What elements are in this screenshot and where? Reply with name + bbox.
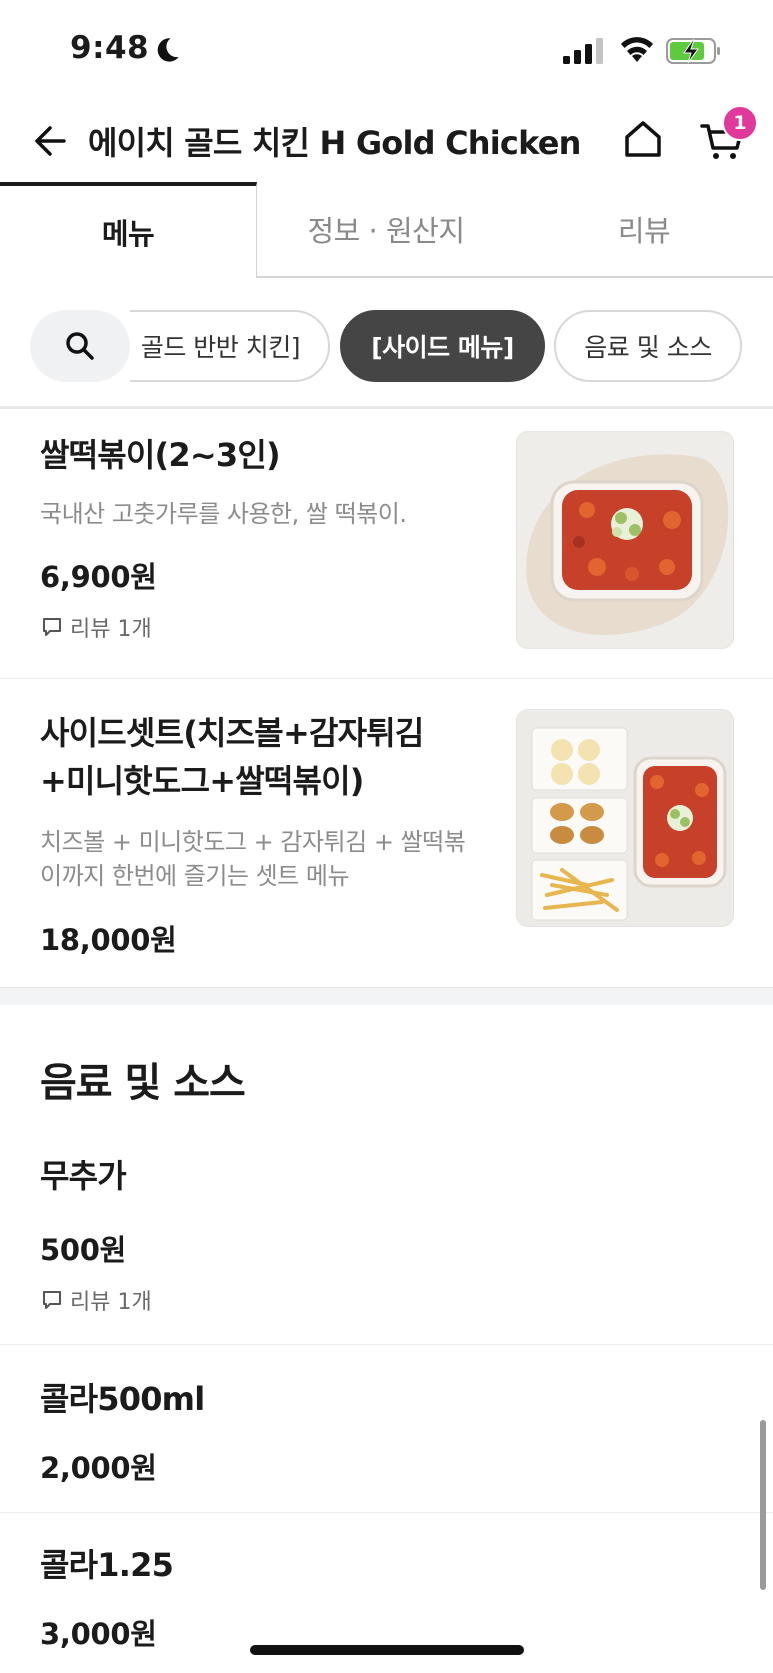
- search-button[interactable]: [30, 310, 130, 382]
- item-price: 2,000원: [40, 1451, 157, 1485]
- chip-gold-half-chicken[interactable]: 골드 반반 치킨]: [130, 310, 330, 382]
- review-label: 리뷰 1개: [70, 617, 152, 642]
- tab-review[interactable]: 리뷰: [515, 182, 773, 278]
- item-name: 콜라1.25: [40, 1546, 174, 1584]
- store-tabs: 메뉴 정보 · 원산지 리뷰: [0, 182, 773, 278]
- item-price: 18,000원: [40, 923, 177, 957]
- menu-item-cola-500ml[interactable]: 콜라500ml 2,000원: [0, 1345, 773, 1513]
- item-description: 국내산 고춧가루를 사용한, 쌀 떡볶이.: [40, 500, 407, 528]
- moon-icon: [157, 38, 179, 62]
- item-price: 6,900원: [40, 560, 157, 594]
- tteokbokki-photo: [516, 431, 734, 649]
- item-description-line2: 이까지 한번에 즐기는 셋트 메뉴: [40, 862, 350, 890]
- signal-icon: [563, 38, 603, 64]
- menu-item-tteokbokki[interactable]: 쌀떡볶이(2~3인) 국내산 고춧가루를 사용한, 쌀 떡볶이. 6,900원 …: [0, 409, 773, 679]
- chip-side-menu[interactable]: [사이드 메뉴]: [340, 310, 545, 382]
- comment-icon: [43, 618, 61, 636]
- menu-item-no-addition[interactable]: 무추가 500원 리뷰 1개: [0, 1130, 773, 1345]
- home-indicator: [250, 1645, 524, 1655]
- item-review-count: 리뷰 1개: [40, 1284, 152, 1316]
- comment-icon: [43, 1291, 61, 1309]
- back-arrow-icon[interactable]: [30, 122, 68, 160]
- home-icon[interactable]: [622, 118, 664, 160]
- item-name: 무추가: [40, 1157, 127, 1195]
- side-set-photo: [516, 709, 734, 927]
- section-separator: [0, 987, 773, 1005]
- store-header: 에이치 골드 치킨 H Gold Chicken: [0, 100, 773, 182]
- chip-drinks-sauce[interactable]: 음료 및 소스: [554, 310, 742, 382]
- item-name: 쌀떡볶이(2~3인): [40, 436, 281, 474]
- store-title: 에이치 골드 치킨 H Gold Chicken: [88, 124, 581, 162]
- battery-charging-icon: [666, 38, 720, 64]
- section-title-drinks: 음료 및 소스: [40, 1060, 246, 1106]
- review-label: 리뷰 1개: [70, 1290, 152, 1315]
- status-time: 9:48: [70, 30, 150, 66]
- tab-menu[interactable]: 메뉴: [0, 182, 257, 278]
- search-icon: [66, 332, 94, 360]
- item-description-line1: 치즈볼 + 미니핫도그 + 감자튀김 + 쌀떡볶: [40, 828, 466, 856]
- item-review-count: 리뷰 1개: [40, 611, 152, 643]
- status-bar: 9:48: [0, 0, 773, 100]
- item-price: 500원: [40, 1233, 127, 1267]
- item-name: 콜라500ml: [40, 1380, 205, 1418]
- item-name-line1: 사이드셋트(치즈볼+감자튀김: [40, 714, 424, 752]
- scrollbar[interactable]: [760, 1420, 766, 1590]
- item-name-line2: +미니핫도그+쌀떡볶이): [40, 762, 364, 800]
- wifi-icon: [621, 37, 653, 62]
- category-chips: 골드 반반 치킨] [사이드 메뉴] 음료 및 소스: [0, 306, 773, 386]
- item-price: 3,000원: [40, 1617, 157, 1651]
- tab-info-origin[interactable]: 정보 · 원산지: [257, 182, 515, 278]
- chip-clip: 골드 반반 치킨]: [130, 306, 330, 386]
- cart-count-badge: 1: [722, 105, 758, 141]
- menu-item-side-set[interactable]: 사이드셋트(치즈볼+감자튀김 +미니핫도그+쌀떡볶이) 치즈볼 + 미니핫도그 …: [0, 679, 773, 987]
